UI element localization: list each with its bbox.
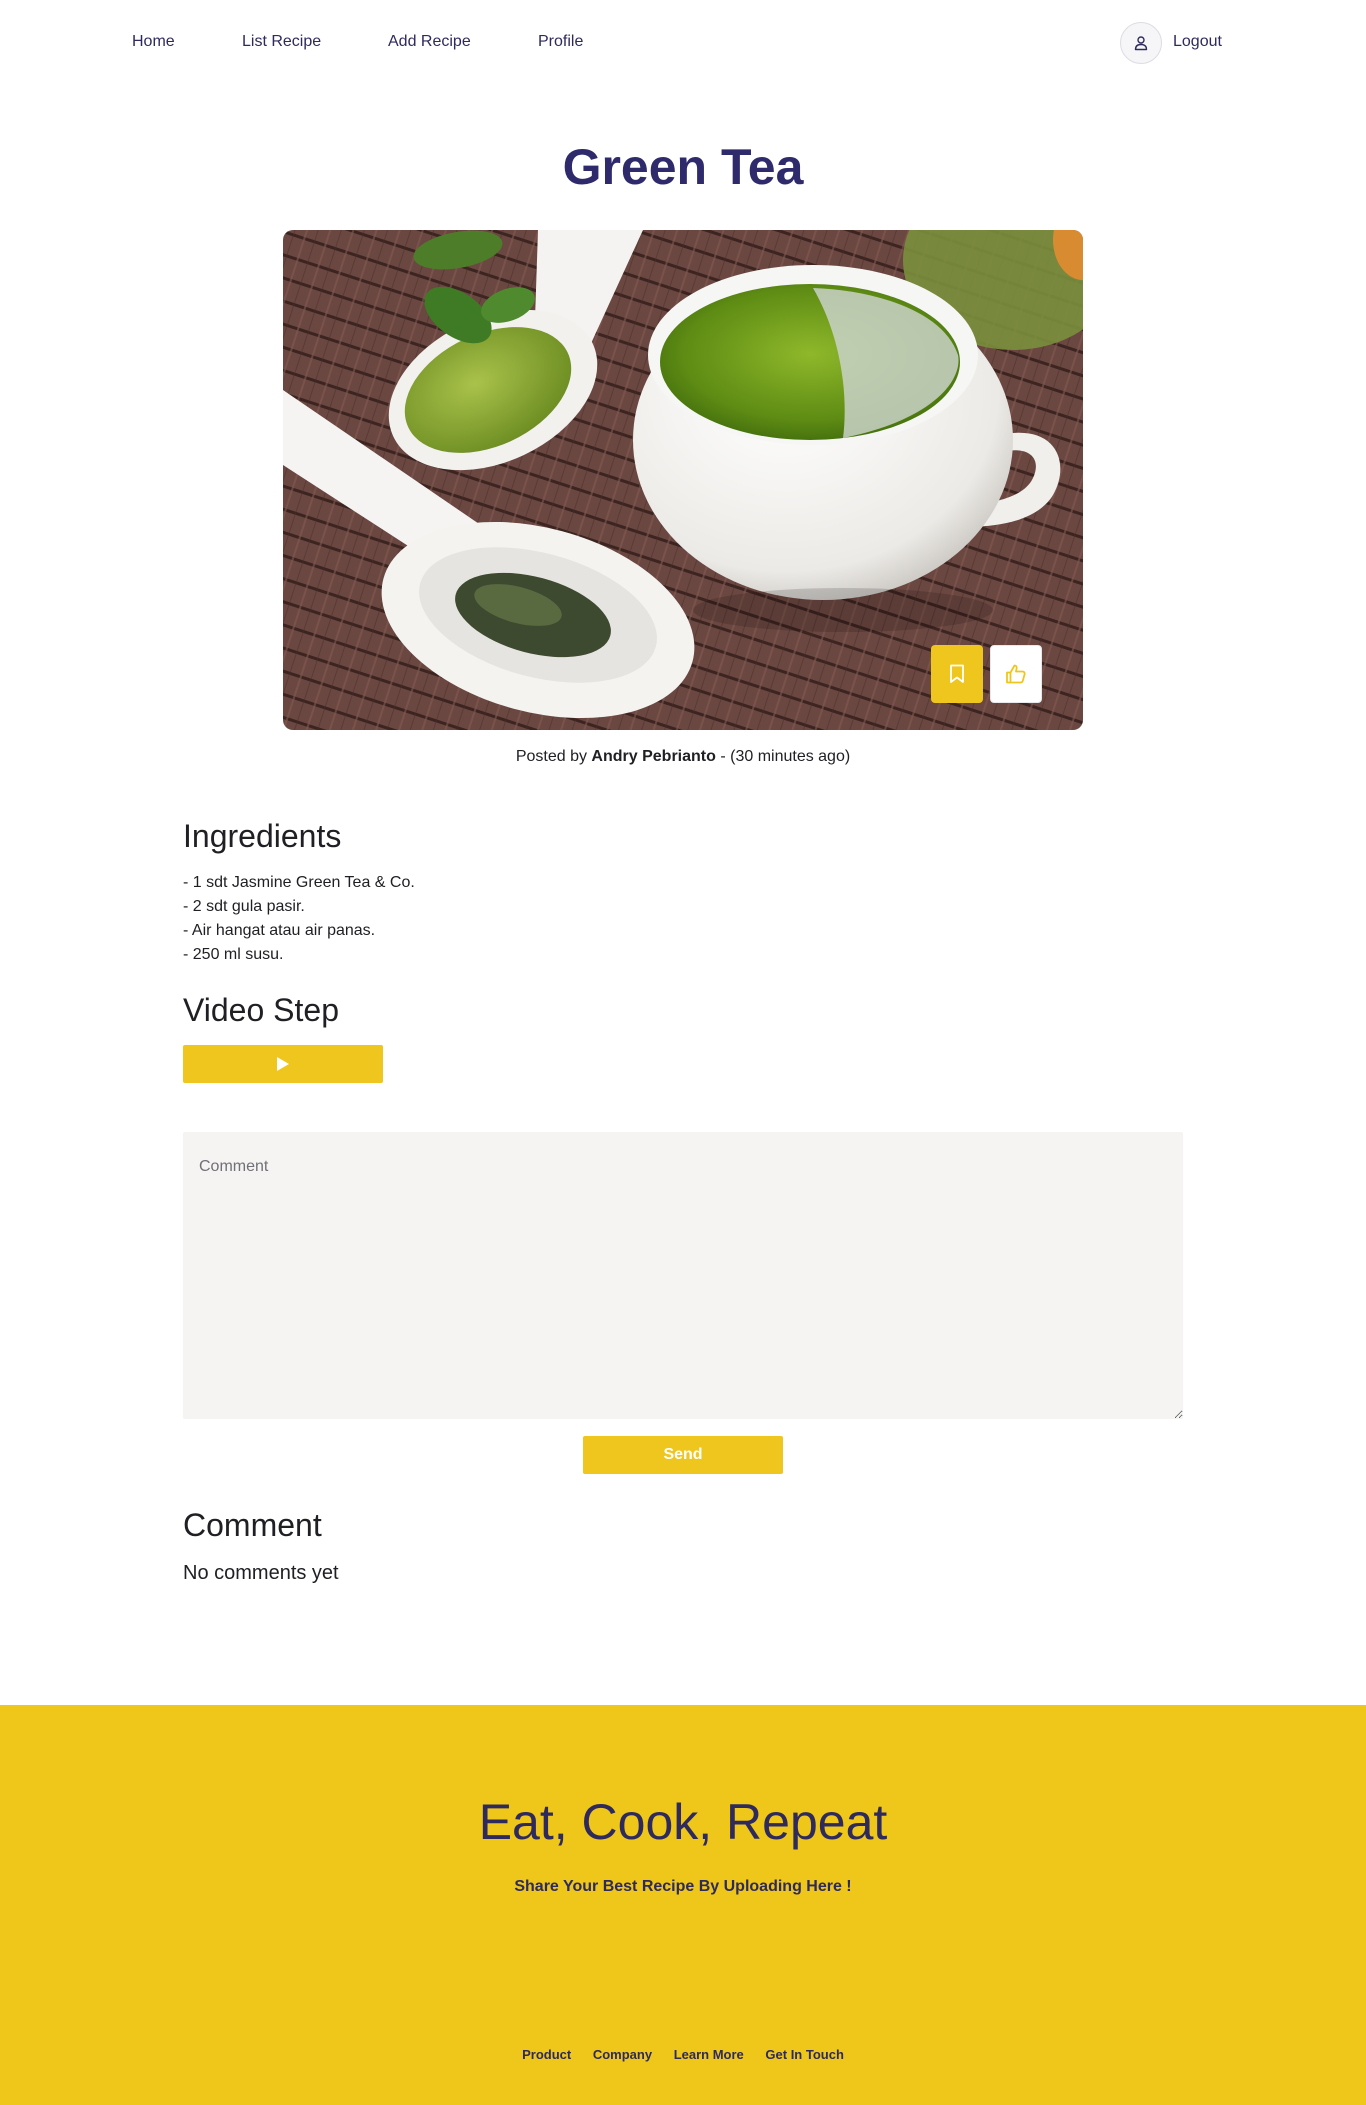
nav-home-link[interactable]: Home (132, 31, 175, 53)
navbar: Home List Recipe Add Recipe Profile Logo… (0, 0, 1366, 86)
footer-link-product[interactable]: Product (522, 2047, 571, 2062)
comments-heading: Comment (183, 1507, 322, 1543)
footer-links: Product Company Learn More Get In Touch (0, 2046, 1366, 2064)
nav-profile-link[interactable]: Profile (538, 31, 583, 53)
footer-link-learn-more[interactable]: Learn More (674, 2047, 744, 2062)
footer-link-company[interactable]: Company (593, 2047, 652, 2062)
footer-link-get-in-touch[interactable]: Get In Touch (765, 2047, 843, 2062)
footer-title: Eat, Cook, Repeat (478, 1794, 888, 1850)
ingredient-item: - 2 sdt gula pasir. (183, 898, 305, 915)
user-icon (1134, 36, 1148, 51)
posted-prefix: Posted by (515, 748, 587, 765)
author-name[interactable]: Andry Pebrianto (591, 748, 715, 765)
footer (0, 1705, 1366, 2105)
bookmark-icon (950, 664, 964, 683)
avatar[interactable] (1120, 22, 1162, 64)
comment-input[interactable] (183, 1132, 1183, 1419)
nav-list-recipe-link[interactable]: List Recipe (242, 31, 321, 53)
footer-subtitle: Share Your Best Recipe By Uploading Here… (514, 1878, 852, 1895)
bookmark-button[interactable] (931, 645, 983, 703)
no-comments-text: No comments yet (183, 1562, 339, 1584)
video-step-heading: Video Step (183, 992, 339, 1028)
play-icon (277, 1057, 289, 1071)
thumbs-up-icon (1006, 664, 1026, 684)
play-video-button[interactable] (183, 1045, 383, 1083)
logout-button[interactable]: Logout (1173, 31, 1222, 53)
nav-add-recipe-link[interactable]: Add Recipe (388, 31, 471, 53)
ingredients-list: - 1 sdt Jasmine Green Tea & Co. - 2 sdt … (183, 871, 415, 967)
like-button[interactable] (990, 645, 1042, 703)
send-button[interactable]: Send (583, 1436, 783, 1474)
ingredients-heading: Ingredients (183, 818, 342, 854)
ingredient-item: - Air hangat atau air panas. (183, 922, 376, 939)
posted-by: Posted by Andry Pebrianto - (30 minutes … (0, 746, 1366, 768)
ingredient-item: - 1 sdt Jasmine Green Tea & Co. (183, 874, 415, 891)
posted-time: - (30 minutes ago) (720, 748, 851, 765)
ingredient-item: - 250 ml susu. (183, 946, 284, 963)
recipe-title: Green Tea (562, 139, 804, 195)
